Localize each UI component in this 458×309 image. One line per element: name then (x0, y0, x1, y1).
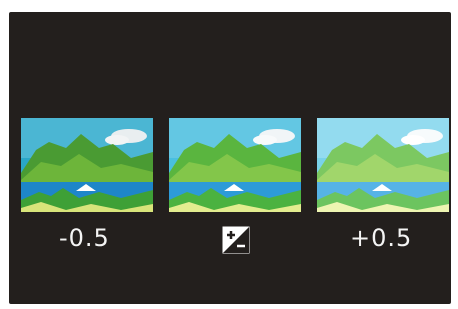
exposure-bracket-thumbnails (21, 118, 453, 212)
landscape-image-dark (21, 118, 153, 212)
exposure-label-minus: -0.5 (59, 224, 110, 252)
landscape-image-light (317, 118, 449, 212)
thumbnail-minus[interactable] (21, 118, 153, 212)
camera-screen: -0.5 +0.5 (9, 12, 451, 304)
exposure-label-plus: +0.5 (350, 224, 413, 252)
landscape-image-normal (169, 118, 301, 212)
exposure-compensation-icon (222, 226, 250, 254)
thumbnail-zero[interactable] (169, 118, 301, 212)
thumbnail-plus[interactable] (317, 118, 449, 212)
